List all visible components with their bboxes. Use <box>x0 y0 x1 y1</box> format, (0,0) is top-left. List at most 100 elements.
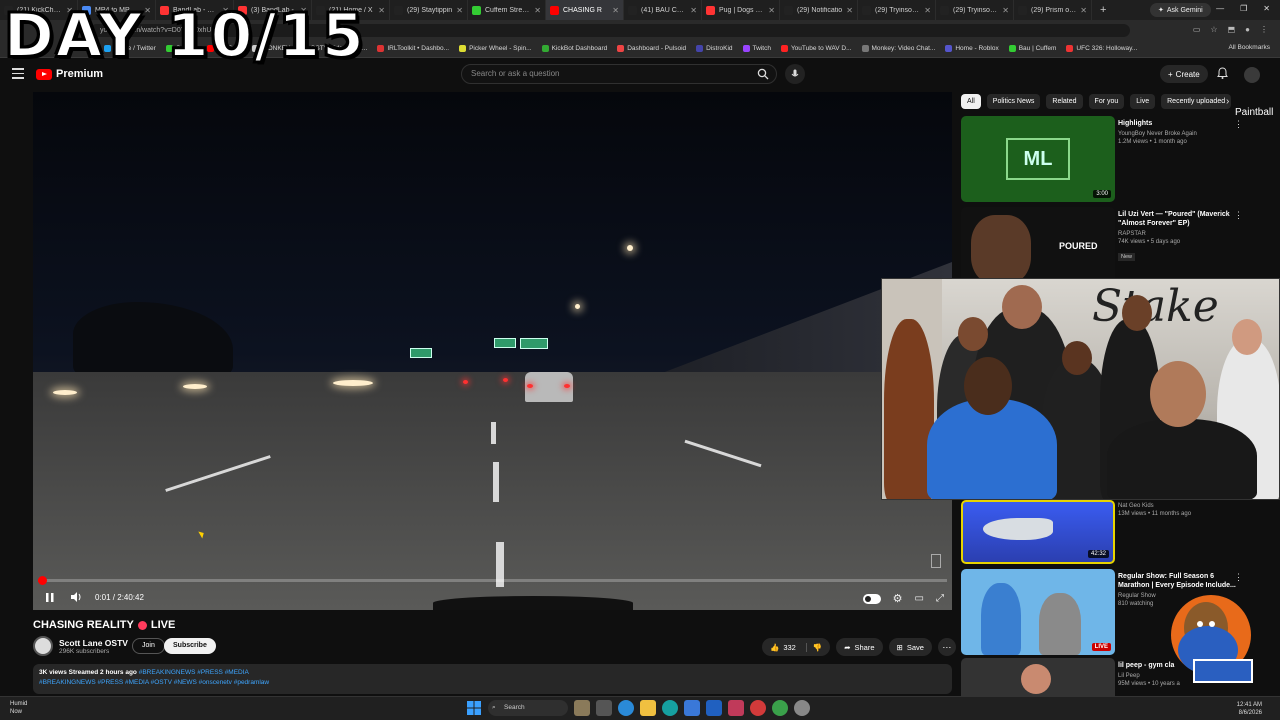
bookmark-item[interactable]: YouTube to WAV D... <box>777 45 856 52</box>
bookmark-item[interactable]: Dashboard - Pulsoid <box>613 45 690 52</box>
pause-icon[interactable] <box>43 590 57 604</box>
all-bookmarks[interactable]: All Bookmarks <box>1228 44 1270 51</box>
description-tags[interactable]: #BREAKINGNEWS #PRESS #MEDIA <box>139 669 249 676</box>
bookmark-item[interactable]: Bau | Cuffem <box>1005 45 1061 52</box>
description-box[interactable]: 3K views Streamed 2 hours ago #BREAKINGN… <box>33 664 952 694</box>
browser-tab[interactable]: (29) Notificatio ✕ <box>780 0 858 20</box>
app-icon[interactable] <box>684 700 700 716</box>
edge-icon[interactable] <box>618 700 634 716</box>
tab-close-icon[interactable]: ✕ <box>846 6 853 15</box>
bookmark-item[interactable]: DistroKid <box>692 45 736 52</box>
more-actions-icon[interactable]: ⋯ <box>937 638 956 656</box>
bookmark-item[interactable]: Picker Wheel - Spin... <box>455 45 536 52</box>
browser-tab[interactable]: CHASING R ✕ <box>546 0 624 20</box>
chrome-icon[interactable] <box>750 700 766 716</box>
menu-icon[interactable]: ⋮ <box>1260 25 1268 34</box>
recommendation-title[interactable]: Regular Show: Full Season 6 Marathon | E… <box>1118 572 1243 590</box>
maximize-button[interactable]: ❐ <box>1240 4 1247 13</box>
tab-close-icon[interactable]: ✕ <box>456 6 463 15</box>
bookmark-item[interactable]: IRLToolkit • Dashbo... <box>373 45 453 52</box>
description-hashtags[interactable]: #BREAKINGNEWS #PRESS #MEDIA #OSTV #NEWS … <box>39 679 946 686</box>
app-icon[interactable] <box>728 700 744 716</box>
kebab-menu-icon[interactable]: ⋮ <box>1234 572 1243 583</box>
account-avatar[interactable] <box>1244 67 1260 83</box>
recommendation-channel[interactable]: RAPSTAR <box>1118 231 1243 237</box>
tab-close-icon[interactable]: ✕ <box>1080 6 1087 15</box>
bookmark-item[interactable]: Monkey: Video Chat... <box>858 45 940 52</box>
channel-avatar[interactable] <box>33 636 53 656</box>
recommendation-channel[interactable]: YoungBoy Never Broke Again <box>1118 131 1243 137</box>
chrome-icon[interactable] <box>772 700 788 716</box>
weather-widget[interactable]: Humid Now <box>10 700 27 716</box>
tab-close-icon[interactable]: ✕ <box>534 6 541 15</box>
volume-icon[interactable] <box>69 590 83 604</box>
search-icon[interactable] <box>757 68 769 80</box>
profile-icon[interactable]: ● <box>1245 25 1250 34</box>
create-button[interactable]: + Create <box>1160 65 1208 83</box>
kebab-menu-icon[interactable]: ⋮ <box>1234 210 1243 221</box>
theater-mode-icon[interactable]: ▭ <box>915 593 924 604</box>
filter-chip[interactable]: Politics News <box>986 94 1041 109</box>
bookmark-item[interactable]: Twitch <box>739 45 775 52</box>
tab-close-icon[interactable]: ✕ <box>768 6 775 15</box>
recommendation-channel[interactable]: Nat Geo Kids <box>1118 503 1243 509</box>
video-player[interactable]: 0:01 / 2:40:42 ⚙ ▭ ⤢ <box>33 92 952 610</box>
settings-gear-icon[interactable]: ⚙ <box>893 592 903 605</box>
browser-tab[interactable]: (29) Tryinsohar ✕ <box>936 0 1014 20</box>
filter-chip[interactable]: Live <box>1130 94 1156 109</box>
browser-tab[interactable]: Cuffem Stream ✕ <box>468 0 546 20</box>
chat-replay-icon[interactable] <box>931 554 941 568</box>
ask-gemini-button[interactable]: ✦ Ask Gemini <box>1150 3 1211 17</box>
tab-close-icon[interactable]: ✕ <box>612 6 619 15</box>
tab-close-icon[interactable]: ✕ <box>924 6 931 15</box>
settings-gear-icon[interactable] <box>794 700 810 716</box>
search-input[interactable]: Search or ask a question <box>461 64 777 84</box>
recommendation-item[interactable]: ML 3:00 Highlights YoungBoy Never Broke … <box>961 116 1271 204</box>
save-button[interactable]: ⊞ Save <box>888 638 932 656</box>
browser-tab[interactable]: (29) Staytippin ✕ <box>390 0 468 20</box>
video-thumbnail[interactable] <box>961 658 1115 696</box>
app-icon[interactable] <box>662 700 678 716</box>
fullscreen-icon[interactable]: ⤢ <box>936 593 944 604</box>
store-icon[interactable] <box>706 700 722 716</box>
filter-chip[interactable]: For you <box>1088 94 1125 109</box>
browser-tab[interactable]: (29) Prism on X ✕ <box>1014 0 1092 20</box>
recommendation-title[interactable]: Highlights <box>1118 119 1243 128</box>
channel-name[interactable]: Scott Lane OSTV <box>59 638 128 648</box>
minimize-button[interactable]: — <box>1216 4 1224 13</box>
recommendation-title[interactable]: Lil Uzi Vert — "Poured" (Maverick "Almos… <box>1118 210 1243 228</box>
video-thumbnail[interactable]: LIVE <box>961 569 1115 655</box>
browser-tab[interactable]: Pug | Dogs 101 ✕ <box>702 0 780 20</box>
like-button[interactable]: 👍 332 👎 <box>762 638 831 656</box>
autoplay-toggle[interactable] <box>862 593 881 604</box>
chevron-right-icon[interactable]: › <box>1226 96 1229 107</box>
channel-info[interactable]: Scott Lane OSTV 296K subscribers <box>33 636 128 656</box>
browser-tab[interactable]: (41) BAU Comm✕ <box>624 0 702 20</box>
bookmark-item[interactable]: UFC 326: Holloway... <box>1062 45 1141 52</box>
join-button[interactable]: Join <box>132 638 165 654</box>
taskbar-search[interactable]: ⌕ Search <box>488 700 568 716</box>
subscribe-button[interactable]: Subscribe <box>164 638 216 654</box>
share-button[interactable]: ➦ Share <box>836 638 883 656</box>
filter-chip[interactable]: All <box>961 94 981 109</box>
bookmark-item[interactable]: KickBot Dashboard <box>538 45 612 52</box>
windows-start-icon[interactable] <box>466 700 482 716</box>
filter-chip[interactable]: Related <box>1046 94 1083 109</box>
notifications-bell-icon[interactable] <box>1217 67 1228 79</box>
video-thumbnail[interactable]: 42:32 <box>961 500 1115 564</box>
file-explorer-icon[interactable] <box>640 700 656 716</box>
thumbs-down-icon[interactable]: 👎 <box>805 642 822 652</box>
kebab-menu-icon[interactable]: ⋮ <box>1234 119 1243 130</box>
widgets-icon[interactable] <box>574 700 590 716</box>
filter-chip[interactable]: Recently uploaded <box>1161 94 1232 109</box>
tab-close-icon[interactable]: ✕ <box>1002 6 1009 15</box>
close-window-button[interactable]: ✕ <box>1263 4 1270 13</box>
star-icon[interactable]: ☆ <box>1210 25 1217 34</box>
task-view-icon[interactable] <box>596 700 612 716</box>
extension-icon[interactable]: ⬒ <box>1228 25 1236 34</box>
progress-bar[interactable] <box>38 576 947 585</box>
bookmark-item[interactable]: Home - Roblox <box>941 45 1002 52</box>
browser-tab[interactable]: (29) Tryinsohar ✕ <box>858 0 936 20</box>
voice-search-button[interactable] <box>785 64 805 84</box>
tab-close-icon[interactable]: ✕ <box>378 6 385 15</box>
